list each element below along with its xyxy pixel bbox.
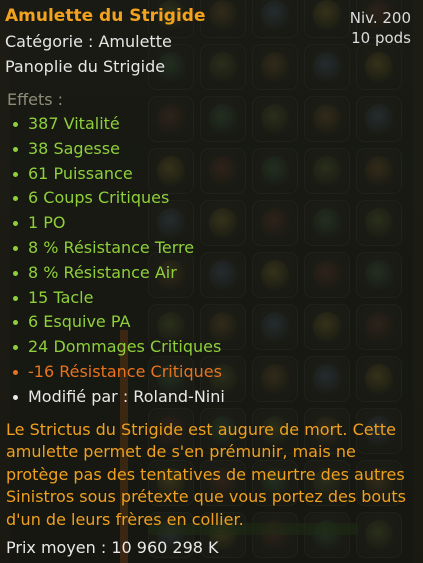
effect-line: 24 Dommages Critiques (13, 337, 222, 362)
effect-text: 24 Dommages Critiques (28, 337, 222, 357)
bullet-icon (13, 395, 18, 400)
effects-header: Effets : (7, 90, 64, 109)
item-name: Amulette du Strigide (5, 6, 206, 26)
effect-text: 61 Puissance (28, 163, 133, 183)
effect-text: 6 Esquive PA (28, 312, 131, 332)
effect-text: 387 Vitalité (28, 114, 120, 133)
effect-line: 387 Vitalité (13, 114, 222, 139)
modified-by-text: Modifié par : Roland-Nini (28, 387, 225, 406)
effect-line: 38 Sagesse (13, 139, 222, 164)
effect-line: -16 Résistance Critiques (13, 362, 222, 387)
effect-line: 1 PO (13, 213, 222, 238)
effect-text: -16 Résistance Critiques (28, 361, 222, 381)
item-category: Catégorie : Amulette (5, 32, 172, 51)
bullet-icon (13, 345, 18, 351)
effect-text: 15 Tacle (28, 287, 94, 307)
effect-text: 8 % Résistance Air (28, 262, 177, 282)
average-price: Prix moyen : 10 960 298 K (6, 538, 219, 557)
item-tooltip: Amulette du Strigide Niv. 200 10 pods Ca… (0, 0, 423, 563)
effects-list: 387 Vitalité 38 Sagesse 61 Puissance 6 Coup… (13, 114, 222, 387)
effect-line: 15 Tacle (13, 288, 222, 313)
effect-text: 8 % Résistance Terre (28, 237, 195, 257)
bullet-icon (13, 146, 18, 152)
item-weight: 10 pods (351, 29, 411, 47)
item-tooltip-screen: Amulette du Strigide Niv. 200 10 pods Ca… (0, 0, 423, 563)
effect-line: 6 Esquive PA (13, 312, 222, 337)
bullet-icon (13, 320, 18, 326)
item-set-link[interactable]: Panoplie du Strigide (5, 57, 165, 77)
bullet-icon (13, 369, 18, 375)
bullet-icon (13, 245, 18, 251)
bullet-icon (13, 221, 18, 227)
effect-text: 38 Sagesse (28, 138, 120, 158)
item-description: Le Strictus du Strigide est augure de mo… (6, 420, 406, 529)
effect-text: 1 PO (28, 213, 66, 233)
bullet-icon (13, 171, 18, 177)
effect-text: 6 Coups Critiques (28, 188, 170, 208)
effect-line: 6 Coups Critiques (13, 188, 222, 213)
bullet-icon (13, 122, 18, 127)
bullet-icon (13, 295, 18, 301)
item-level: Niv. 200 (349, 9, 411, 27)
effect-line: 61 Puissance (13, 164, 222, 189)
bullet-icon (13, 270, 18, 276)
effect-line: 8 % Résistance Terre (13, 238, 222, 263)
modified-by-line: Modifié par : Roland-Nini (13, 387, 225, 407)
effect-line: 8 % Résistance Air (13, 263, 222, 288)
bullet-icon (13, 196, 18, 202)
